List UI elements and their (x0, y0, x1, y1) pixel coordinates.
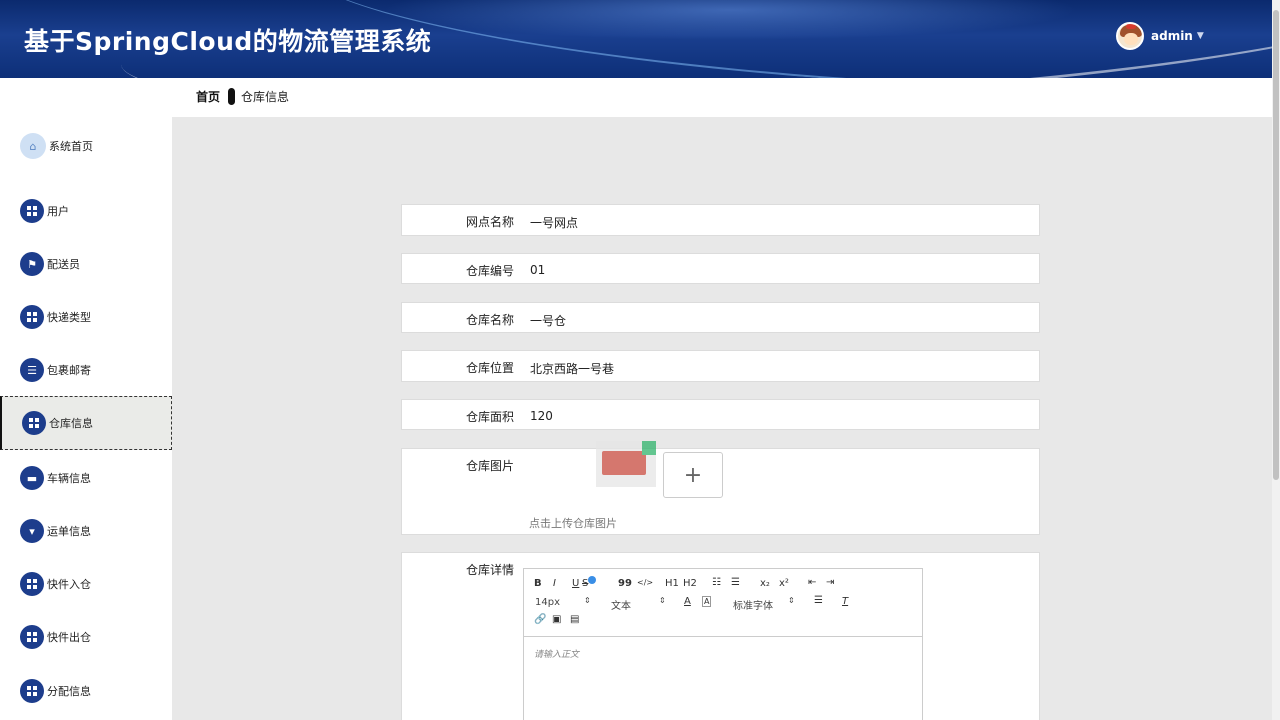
font-size-select[interactable]: 14px (535, 597, 560, 608)
block-type-select[interactable]: 文本 (611, 597, 631, 612)
h2-button[interactable]: H2 (683, 578, 697, 589)
outdent-icon[interactable]: ⇤ (808, 577, 816, 588)
warehouse-name-field[interactable]: 一号仓 (530, 312, 566, 329)
clear-format-icon[interactable]: T (842, 596, 848, 607)
sidebar-item-label: 快件出仓 (47, 631, 91, 644)
breadcrumb: 首页 仓库信息 (196, 88, 289, 105)
user-menu[interactable]: admin ▼ (1116, 22, 1204, 50)
grid-icon (20, 572, 44, 596)
pin-icon: ▾ (20, 519, 44, 543)
form-row-warehouse-detail: 仓库详情 B I U S 99 </> H1 H2 ☷ ☰ x₂ x² ⇤ ⇥ … (401, 552, 1040, 720)
link-icon[interactable]: 🔗 (534, 614, 546, 625)
align-icon[interactable]: ☰ (814, 595, 823, 606)
font-family-select[interactable]: 标准字体 (733, 597, 773, 612)
bold-button[interactable]: B (534, 578, 542, 589)
form-row-branch-name: 网点名称 一号网点 (401, 204, 1040, 236)
page-scrollbar[interactable] (1272, 0, 1280, 720)
mouse-cursor-icon (588, 576, 596, 584)
sidebar-item-label: 分配信息 (47, 685, 91, 698)
background-color-icon[interactable]: A (702, 596, 712, 607)
form-row-warehouse-name: 仓库名称 一号仓 (401, 302, 1040, 333)
sidebar-item-label: 系统首页 (49, 140, 93, 153)
list-icon: ☰ (20, 358, 44, 382)
grid-icon (20, 305, 44, 329)
grid-icon (22, 411, 46, 435)
sidebar-item-parcel[interactable]: ☰ 包裹邮寄 (0, 343, 172, 397)
underline-button[interactable]: U (572, 578, 579, 589)
sidebar-item-home[interactable]: ⌂ 系统首页 (0, 119, 172, 173)
field-label: 仓库面积 (465, 410, 514, 424)
warehouse-location-field[interactable]: 北京西路一号巷 (530, 360, 614, 377)
scrollbar-thumb[interactable] (1273, 10, 1279, 480)
quote-button[interactable]: 99 (618, 578, 632, 589)
sidebar-item-outbound[interactable]: 快件出仓 (0, 610, 172, 664)
monitor-icon: ▬ (20, 466, 44, 490)
ordered-list-icon[interactable]: ☷ (712, 577, 721, 588)
flag-icon: ⚑ (20, 252, 44, 276)
form-row-warehouse-location: 仓库位置 北京西路一号巷 (401, 350, 1040, 382)
warehouse-code-field[interactable]: 01 (530, 263, 545, 277)
select-arrows-icon: ⇕ (659, 596, 666, 605)
app-header: 基于SpringCloud的物流管理系统 admin ▼ (0, 0, 1272, 78)
upload-button[interactable]: + (663, 452, 723, 498)
form-row-warehouse-code: 仓库编号 01 (401, 253, 1040, 284)
sidebar-item-courier[interactable]: ⚑ 配送员 (0, 237, 172, 291)
sidebar-item-users[interactable]: 用户 (0, 184, 172, 238)
field-label: 网点名称 (465, 215, 514, 229)
sidebar-item-label: 配送员 (47, 258, 80, 271)
sidebar-item-vehicle[interactable]: ▬ 车辆信息 (0, 451, 172, 505)
grid-icon (20, 625, 44, 649)
upload-hint: 点击上传仓库图片 (529, 517, 617, 530)
warehouse-area-field[interactable]: 120 (530, 409, 553, 423)
editor-placeholder[interactable]: 请输入正文 (534, 647, 579, 660)
h1-button[interactable]: H1 (665, 578, 679, 589)
breadcrumb-current: 仓库信息 (241, 90, 290, 104)
field-label: 仓库详情 (465, 563, 514, 577)
sidebar-item-assignment[interactable]: 分配信息 (0, 664, 172, 718)
sidebar-item-label: 包裹邮寄 (47, 364, 91, 377)
editor-toolbar: B I U S 99 </> H1 H2 ☷ ☰ x₂ x² ⇤ ⇥ 14px … (524, 569, 922, 637)
sidebar-item-warehouse[interactable]: 仓库信息 (0, 396, 172, 450)
indent-icon[interactable]: ⇥ (826, 577, 834, 588)
code-button[interactable]: </> (637, 578, 653, 587)
sidebar-item-label: 快递类型 (47, 311, 91, 324)
branch-name-field[interactable]: 一号网点 (530, 214, 578, 231)
warehouse-image-thumbnail[interactable] (596, 441, 656, 487)
username[interactable]: admin (1151, 29, 1193, 43)
rich-text-editor[interactable]: B I U S 99 </> H1 H2 ☷ ☰ x₂ x² ⇤ ⇥ 14px … (523, 568, 923, 720)
grid-icon (20, 199, 44, 223)
image-icon[interactable]: ▣ (552, 614, 561, 625)
field-label: 仓库图片 (465, 459, 514, 473)
sidebar: ⌂ 系统首页 用户 ⚑ 配送员 快递类型 ☰ 包裹邮寄 仓库信息 ▬ 车辆信息 … (0, 117, 172, 720)
sidebar-item-label: 车辆信息 (47, 472, 91, 485)
breadcrumb-home[interactable]: 首页 (196, 88, 220, 105)
breadcrumb-separator (228, 88, 236, 105)
font-color-icon[interactable]: A (684, 596, 691, 607)
form-row-warehouse-area: 仓库面积 120 (401, 399, 1040, 430)
video-icon[interactable]: ▤ (570, 614, 579, 625)
sidebar-item-express-type[interactable]: 快递类型 (0, 290, 172, 344)
sidebar-item-label: 用户 (47, 205, 69, 218)
field-label: 仓库名称 (465, 313, 514, 327)
sidebar-item-inbound[interactable]: 快件入仓 (0, 557, 172, 611)
sidebar-item-label: 运单信息 (47, 525, 91, 538)
italic-button[interactable]: I (553, 578, 556, 589)
sidebar-item-label: 仓库信息 (49, 417, 93, 430)
sidebar-item-waybill[interactable]: ▾ 运单信息 (0, 504, 172, 558)
bullet-list-icon[interactable]: ☰ (731, 577, 740, 588)
avatar[interactable] (1116, 22, 1144, 50)
field-label: 仓库位置 (465, 361, 514, 375)
grid-icon (20, 679, 44, 703)
caret-down-icon[interactable]: ▼ (1197, 31, 1204, 41)
superscript-button[interactable]: x² (779, 578, 789, 589)
sidebar-item-label: 快件入仓 (47, 578, 91, 591)
form-row-warehouse-image: 仓库图片 + 点击上传仓库图片 (401, 441, 1040, 535)
field-label: 仓库编号 (465, 264, 514, 278)
subscript-button[interactable]: x₂ (760, 578, 770, 589)
select-arrows-icon: ⇕ (788, 596, 795, 605)
select-arrows-icon: ⇕ (584, 596, 591, 605)
app-title: 基于SpringCloud的物流管理系统 (24, 27, 432, 56)
home-icon: ⌂ (20, 133, 46, 159)
